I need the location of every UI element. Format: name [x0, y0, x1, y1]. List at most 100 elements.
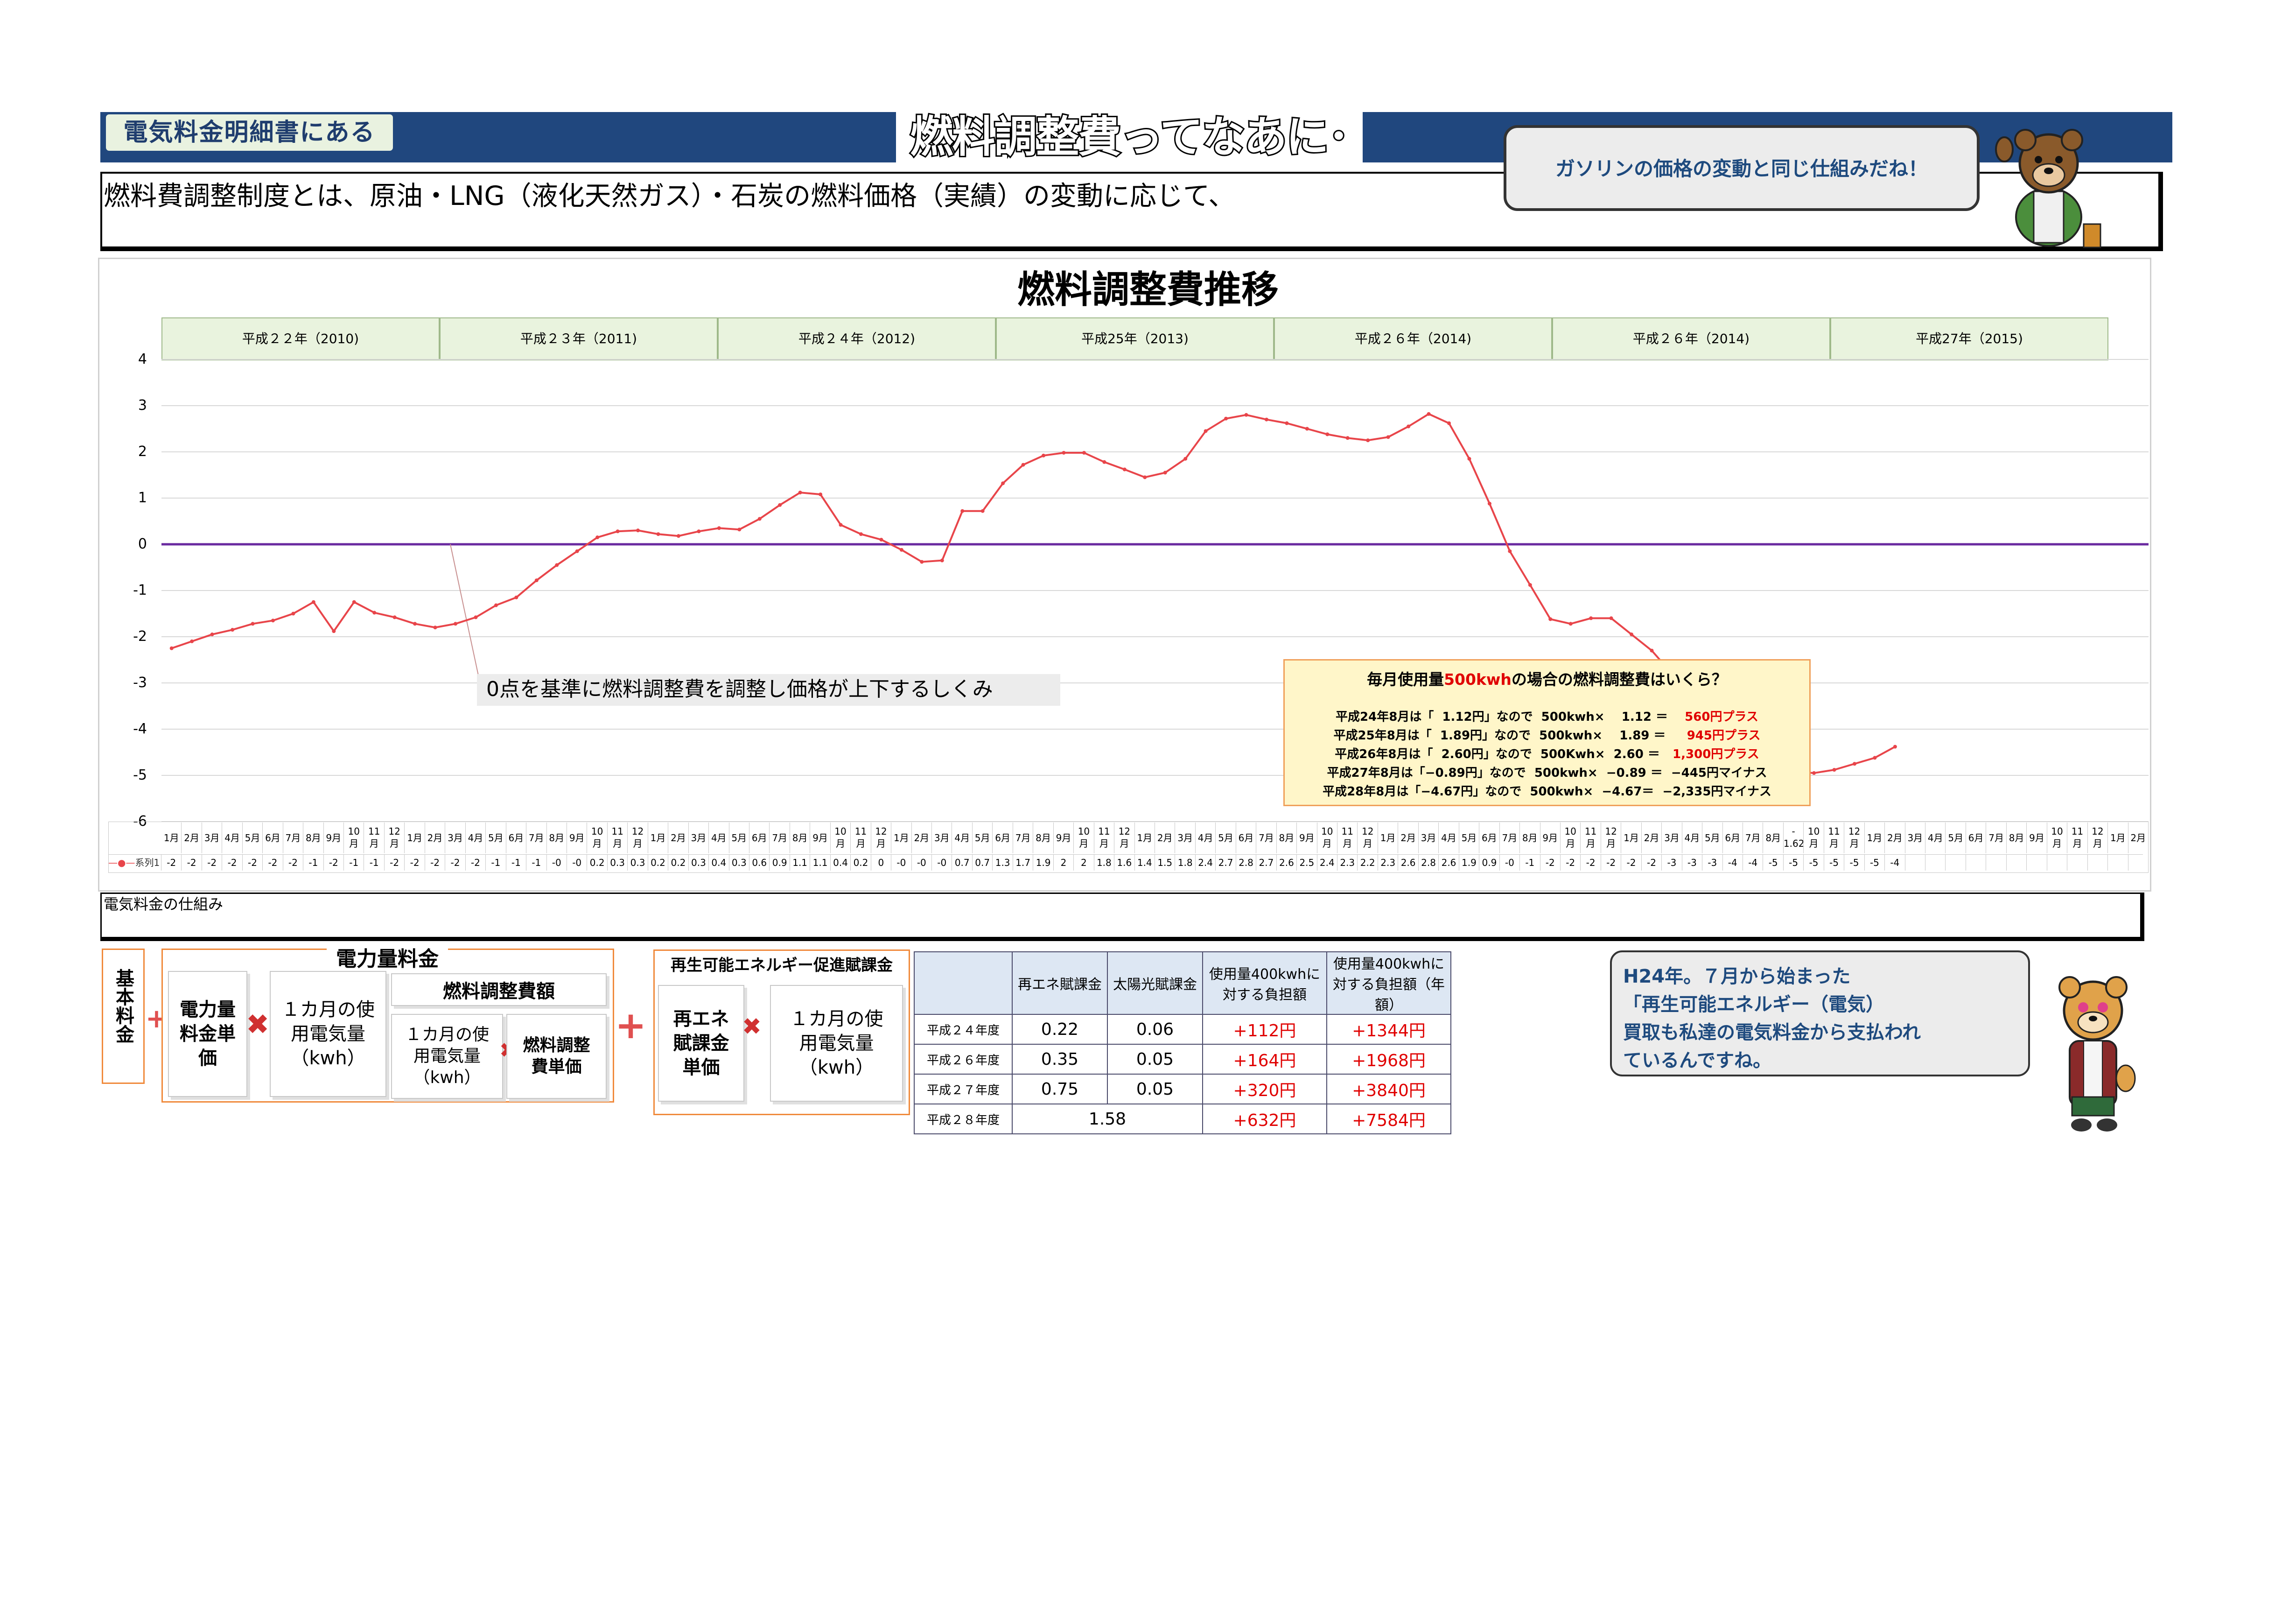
data-point: [372, 611, 377, 615]
plus-icon: +: [615, 1004, 647, 1047]
data-point: [879, 538, 883, 542]
data-label: -2: [466, 855, 486, 871]
x-tick-label: 12 月: [1114, 823, 1135, 853]
renew-table-cell: +320円: [1202, 1074, 1327, 1104]
data-label: -2: [405, 855, 425, 871]
data-point: [1812, 771, 1816, 775]
data-label: 1.7: [1013, 855, 1034, 871]
data-point: [737, 527, 742, 532]
x-tick-label: 7月: [1500, 823, 1520, 853]
data-point: [332, 629, 336, 633]
renew-table-header-cell: 使用量400kwhに対する負担額（年額）: [1326, 951, 1451, 1015]
data-point: [1873, 756, 1877, 760]
x-tick-label: 9月: [567, 823, 588, 853]
data-point: [1852, 762, 1856, 766]
x-tick-label: 4月: [1439, 823, 1459, 853]
x-tick-label: 9月: [810, 823, 831, 853]
x-tick-label: 8月: [547, 823, 567, 853]
data-point: [1609, 616, 1613, 620]
fuel-usage-box: １カ月の使用電気量（kwh）: [391, 1014, 503, 1099]
x-tick-label: 12 月: [871, 823, 892, 853]
x-tick-label: 5月: [486, 823, 506, 853]
data-point: [717, 526, 721, 530]
data-point: [1447, 421, 1451, 425]
data-label: 2.4: [1196, 855, 1216, 871]
annotation-leader: [450, 544, 481, 687]
data-label: 0.3: [689, 855, 709, 871]
data-point: [352, 600, 356, 604]
renew-table-row: 平成２６年度 0.35 0.05 +164円 +1968円: [914, 1044, 1451, 1075]
x-tick-label: 1月: [1378, 823, 1399, 853]
fuel-adj-title-box: 燃料調整費額: [391, 973, 607, 1006]
x-tick-label: 5月: [973, 823, 993, 853]
x-tick-label: 5月: [1946, 823, 1966, 853]
info-line: 平成24年8月は「 1.12円」なので 500kwh× 1.12 ＝ 560円プ…: [1336, 710, 1758, 724]
data-point: [474, 615, 478, 619]
renew-table-cell: 1.58: [1012, 1104, 1203, 1134]
x-tick-label: 2月: [1885, 823, 1905, 853]
x-tick-label: 2月: [425, 823, 446, 853]
x-tick-label: 4月: [1682, 823, 1703, 853]
renew-table-cell: +3840円: [1326, 1074, 1451, 1104]
data-label: -2: [202, 855, 223, 871]
x-tick-label: 6月: [506, 823, 527, 853]
data-point: [757, 517, 762, 521]
data-point: [1345, 436, 1350, 440]
data-point: [1386, 435, 1390, 439]
data-label: 0.9: [770, 855, 790, 871]
data-label: -3: [1702, 855, 1723, 871]
x-tick-label: 3月: [932, 823, 952, 853]
x-tick-label: 9月: [324, 823, 344, 853]
data-label: -4: [1885, 855, 1905, 871]
data-label: 2.7: [1216, 855, 1236, 871]
data-label: [1905, 855, 1926, 871]
x-tick-label: 4月: [466, 823, 486, 853]
data-point: [1832, 768, 1836, 772]
data-point: [190, 639, 194, 643]
info-line: 平成27年8月は「−0.89円」なので 500kwh× −0.89 ＝ −445…: [1327, 766, 1767, 780]
renew-table-header-cell: 再エネ賦課金: [1012, 951, 1108, 1015]
x-tick-label: 6月: [1723, 823, 1743, 853]
data-point: [1487, 501, 1491, 506]
x-tick-label: 1月: [1865, 823, 1885, 853]
data-label: -2: [263, 855, 283, 871]
series-legend-label: —●—系列1: [108, 855, 161, 871]
renew-table-cell: +1344円: [1326, 1014, 1451, 1045]
data-point: [534, 578, 539, 583]
x-tick-label: 11 月: [1094, 823, 1115, 853]
x-tick-label: 8月: [1033, 823, 1054, 853]
x-tick-label: 1月: [161, 823, 182, 853]
data-point: [595, 535, 600, 540]
data-label: -2: [385, 855, 405, 871]
data-point: [1325, 432, 1330, 436]
x-tick-label: 11 月: [851, 823, 871, 853]
power-fee-title: 電力量料金: [327, 942, 448, 972]
data-point: [636, 528, 640, 533]
x-tick-label: 3月: [1419, 823, 1439, 853]
data-label: [1946, 855, 1966, 871]
fuel-unit-box: 燃料調整費単価: [506, 1014, 607, 1099]
x-tick-label: 3月: [445, 823, 466, 853]
data-label: -5: [1824, 855, 1845, 871]
data-point: [616, 529, 620, 534]
x-tick-label: 1月: [1135, 823, 1155, 853]
data-label: 1.8: [1094, 855, 1115, 871]
data-point: [656, 532, 660, 536]
data-label: 1.1: [810, 855, 831, 871]
data-point: [1163, 471, 1167, 475]
data-point: [392, 615, 397, 619]
data-label: -2: [1540, 855, 1561, 871]
info-line: 平成25年8月は「 1.89円」なので 500kwh× 1.89 ＝ 945円プ…: [1333, 729, 1761, 743]
data-point: [1204, 429, 1208, 433]
x-tick-label: 1月: [891, 823, 912, 853]
renew-table-cell: 0.35: [1012, 1044, 1108, 1075]
data-point: [1244, 413, 1248, 417]
data-point: [1224, 416, 1228, 421]
data-point: [291, 612, 295, 616]
data-point: [1001, 481, 1005, 485]
data-point: [210, 633, 214, 637]
x-tick-label: 1月: [1621, 823, 1642, 853]
x-tick-label: 5月: [1459, 823, 1480, 853]
data-label: 0.6: [749, 855, 770, 871]
data-point: [899, 548, 903, 552]
